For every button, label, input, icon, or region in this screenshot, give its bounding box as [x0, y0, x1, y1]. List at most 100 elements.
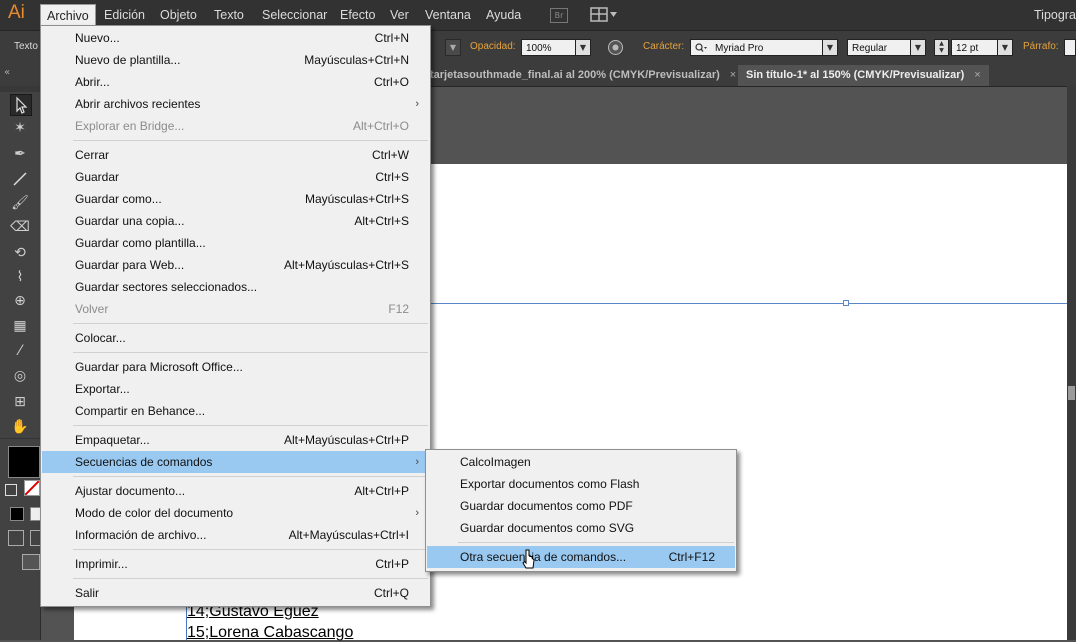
menu-item-informacion-de-archivo[interactable]: Información de archivo... Alt+Mayúsculas+…: [42, 524, 429, 546]
menu-item-shortcut: Mayúsculas+Ctrl+N: [304, 53, 409, 67]
tab-label: tarjetasouthmade_final.ai al 200% (CMYK/…: [430, 69, 720, 81]
menu-item-guardar-documentos-como-pdf[interactable]: Guardar documentos como PDF: [427, 495, 735, 517]
menu-edicion[interactable]: Edición: [98, 4, 151, 26]
menu-item-label: Exportar...: [75, 382, 130, 396]
menu-item-shortcut: Ctrl+N: [374, 31, 409, 45]
tab-tarjetasouthmade[interactable]: tarjetasouthmade_final.ai al 200% (CMYK/…: [422, 65, 744, 86]
menu-objeto[interactable]: Objeto: [154, 4, 203, 26]
menu-efecto[interactable]: Efecto: [334, 4, 381, 26]
stroke-dropdown[interactable]: ▼: [445, 39, 461, 56]
menu-item-modo-de-color-del-documento[interactable]: Modo de color del documento ›: [42, 502, 429, 524]
menu-item-guardar[interactable]: Guardar Ctrl+S: [42, 166, 429, 188]
collapse-panel-icon[interactable]: «: [4, 67, 10, 78]
bridge-icon[interactable]: Br: [550, 8, 568, 23]
rotate-tool-icon[interactable]: ⟲: [10, 243, 30, 263]
font-size-input[interactable]: 12 pt: [951, 39, 999, 56]
menu-ayuda[interactable]: Ayuda: [480, 4, 527, 26]
change-screen-mode-icon[interactable]: [22, 554, 40, 570]
menu-separator: [73, 140, 428, 141]
menu-item-guardar-para-web[interactable]: Guardar para Web... Alt+Mayúsculas+Ctrl+S: [42, 254, 429, 276]
hand-tool-icon[interactable]: ✋: [10, 417, 30, 437]
menu-item-guardar-como-plantilla[interactable]: Guardar como plantilla...: [42, 232, 429, 254]
stroke-none-swatch[interactable]: [24, 480, 40, 496]
line-tool-icon[interactable]: [10, 169, 30, 189]
menu-item-label: Guardar una copia...: [75, 214, 185, 228]
magic-wand-tool-icon[interactable]: ✶: [10, 118, 30, 138]
menu-item-guardar-como[interactable]: Guardar como... Mayúsculas+Ctrl+S: [42, 188, 429, 210]
menu-item-otra-secuencia-de-comandos[interactable]: Otra secuencia de comandos... Ctrl+F12: [427, 546, 735, 568]
character-label: Carácter:: [643, 41, 685, 52]
tab-close-icon[interactable]: ×: [730, 69, 736, 81]
menu-ver[interactable]: Ver: [384, 4, 415, 26]
brush-tool-icon[interactable]: 🖌: [10, 193, 30, 213]
menu-ventana[interactable]: Ventana: [419, 4, 477, 26]
menu-separator: [73, 549, 428, 550]
mouse-cursor-icon: [522, 549, 535, 569]
menu-item-exportar-documentos-como-flash[interactable]: Exportar documentos como Flash: [427, 473, 735, 495]
default-colors-icon[interactable]: [5, 484, 17, 496]
menu-item-secuencias-de-comandos[interactable]: Secuencias de comandos ›: [42, 451, 429, 473]
shape-builder-tool-icon[interactable]: ⊕: [10, 291, 30, 311]
menu-item-guardar-para-microsoft-office[interactable]: Guardar para Microsoft Office...: [42, 356, 429, 378]
opacity-dropdown[interactable]: ▼: [575, 39, 591, 56]
vertical-scrollbar[interactable]: [1067, 86, 1076, 640]
paragraph-align-button[interactable]: [1064, 39, 1076, 56]
menu-item-compartir-en-behance[interactable]: Compartir en Behance...: [42, 400, 429, 422]
recolor-icon[interactable]: [607, 39, 624, 56]
menu-item-cerrar[interactable]: Cerrar Ctrl+W: [42, 144, 429, 166]
scrollbar-thumb[interactable]: [1068, 386, 1075, 400]
menu-item-colocar[interactable]: Colocar...: [42, 327, 429, 349]
menu-item-label: Guardar como plantilla...: [75, 236, 206, 250]
symbol-sprayer-tool-icon[interactable]: ◎: [10, 366, 30, 386]
font-style-input[interactable]: Regular: [847, 39, 912, 56]
eyedropper-tool-icon[interactable]: ⁄: [10, 341, 30, 361]
anchor-point[interactable]: [843, 300, 849, 306]
menu-item-guardar-una-copia[interactable]: Guardar una copia... Alt+Ctrl+S: [42, 210, 429, 232]
menu-item-ajustar-documento[interactable]: Ajustar documento... Alt+Ctrl+P: [42, 480, 429, 502]
menu-item-nuevo[interactable]: Nuevo... Ctrl+N: [42, 27, 429, 49]
tab-sin-titulo[interactable]: Sin título-1* al 150% (CMYK/Previsualiza…: [738, 65, 989, 86]
menu-archivo[interactable]: Archivo: [40, 4, 96, 27]
menu-item-nuevo-de-plantilla[interactable]: Nuevo de plantilla... Mayúsculas+Ctrl+N: [42, 49, 429, 71]
menu-item-abrir[interactable]: Abrir... Ctrl+O: [42, 71, 429, 93]
menu-item-shortcut: Ctrl+P: [375, 557, 409, 571]
menu-seleccionar[interactable]: Seleccionar: [256, 4, 333, 26]
menu-item-exportar[interactable]: Exportar...: [42, 378, 429, 400]
font-family-dropdown[interactable]: ▼: [822, 39, 838, 56]
menu-item-imprimir[interactable]: Imprimir... Ctrl+P: [42, 553, 429, 575]
tab-close-icon[interactable]: ×: [974, 69, 980, 81]
menu-item-label: Imprimir...: [75, 557, 128, 571]
menu-item-shortcut: Alt+Ctrl+P: [354, 484, 409, 498]
selection-tool-icon[interactable]: [10, 94, 32, 116]
menu-item-shortcut: F12: [388, 302, 409, 316]
menu-separator: [73, 476, 428, 477]
menu-item-salir[interactable]: Salir Ctrl+Q: [42, 582, 429, 604]
pen-tool-icon[interactable]: ✒: [10, 144, 30, 164]
mesh-tool-icon[interactable]: ▦: [10, 316, 30, 336]
font-size-dropdown[interactable]: ▼: [997, 39, 1013, 56]
menu-texto[interactable]: Texto: [208, 4, 250, 26]
workspace-switcher[interactable]: Tipografía: [1034, 4, 1076, 26]
menu-item-empaquetar[interactable]: Empaquetar... Alt+Mayúsculas+Ctrl+P: [42, 429, 429, 451]
menu-item-shortcut: Alt+Mayúsculas+Ctrl+P: [283, 433, 409, 447]
draw-mode-icon[interactable]: [8, 530, 24, 546]
menu-item-label: Guardar como...: [75, 192, 162, 206]
menu-item-guardar-sectores-seleccionados[interactable]: Guardar sectores seleccionados...: [42, 276, 429, 298]
eraser-tool-icon[interactable]: ⌫: [10, 217, 30, 237]
font-style-dropdown[interactable]: ▼: [910, 39, 926, 56]
artboard-tool-icon[interactable]: ⊞: [10, 392, 30, 412]
arrange-documents-icon[interactable]: [590, 7, 618, 22]
menu-item-label: Guardar para Web...: [75, 258, 185, 272]
font-family-input[interactable]: Myriad Pro: [690, 39, 824, 56]
warp-tool-icon[interactable]: ⌇: [10, 267, 30, 287]
menu-item-calcoimagen[interactable]: CalcoImagen: [427, 451, 735, 473]
fill-swatch[interactable]: [8, 446, 40, 478]
menu-item-abrir-archivos-recientes[interactable]: Abrir archivos recientes ›: [42, 93, 429, 115]
menu-item-guardar-documentos-como-svg[interactable]: Guardar documentos como SVG: [427, 517, 735, 539]
opacity-input[interactable]: 100%: [521, 39, 577, 56]
menu-item-label: Ajustar documento...: [75, 484, 186, 498]
font-size-stepper[interactable]: ▲ ▼: [934, 39, 949, 56]
menu-item-shortcut: Alt+Mayúsculas+Ctrl+S: [283, 258, 409, 272]
color-mode-icon[interactable]: [10, 507, 24, 521]
tools-panel-header[interactable]: [0, 86, 40, 92]
